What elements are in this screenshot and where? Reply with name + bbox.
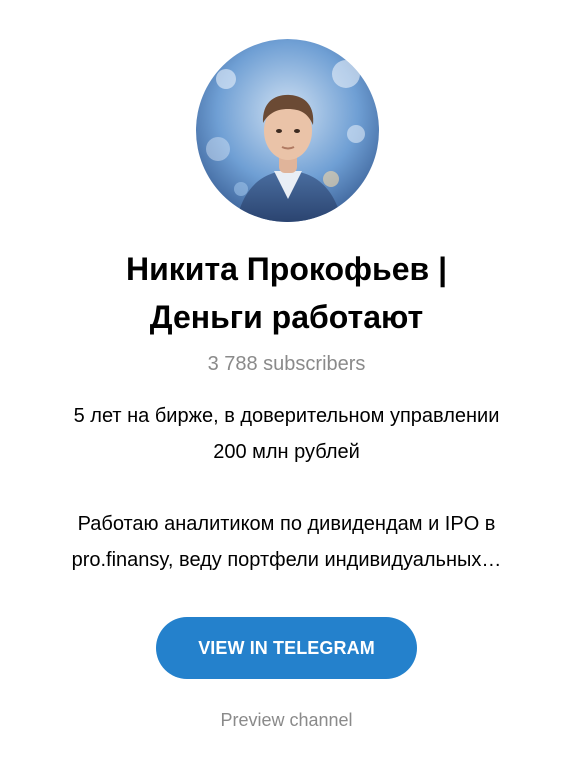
view-in-telegram-button[interactable]: VIEW IN TELEGRAM bbox=[156, 617, 417, 679]
channel-description: 5 лет на бирже, в доверительном управлен… bbox=[20, 398, 553, 578]
description-line: 200 млн рублей bbox=[213, 441, 360, 463]
channel-preview-page: Никита Прокофьев | Деньги работают 3 788… bbox=[0, 0, 573, 761]
subscriber-count: 3 788 subscribers bbox=[207, 353, 366, 375]
description-line: 5 лет на бирже, в доверительном управлен… bbox=[73, 405, 500, 427]
description-line: pro.finansy, веду портфели индивидуальны… bbox=[71, 549, 502, 571]
preview-channel-link[interactable]: Preview channel bbox=[0, 707, 573, 733]
channel-avatar bbox=[196, 39, 379, 222]
channel-title-line-1: Никита Прокофьев | bbox=[125, 251, 448, 287]
description-line: Работаю аналитиком по дивидендам и IPO в bbox=[77, 513, 496, 535]
channel-title-line-2: Деньги работают bbox=[149, 299, 424, 335]
description-spacer bbox=[20, 470, 553, 506]
channel-title: Никита Прокофьев | Деньги работают bbox=[0, 245, 573, 341]
